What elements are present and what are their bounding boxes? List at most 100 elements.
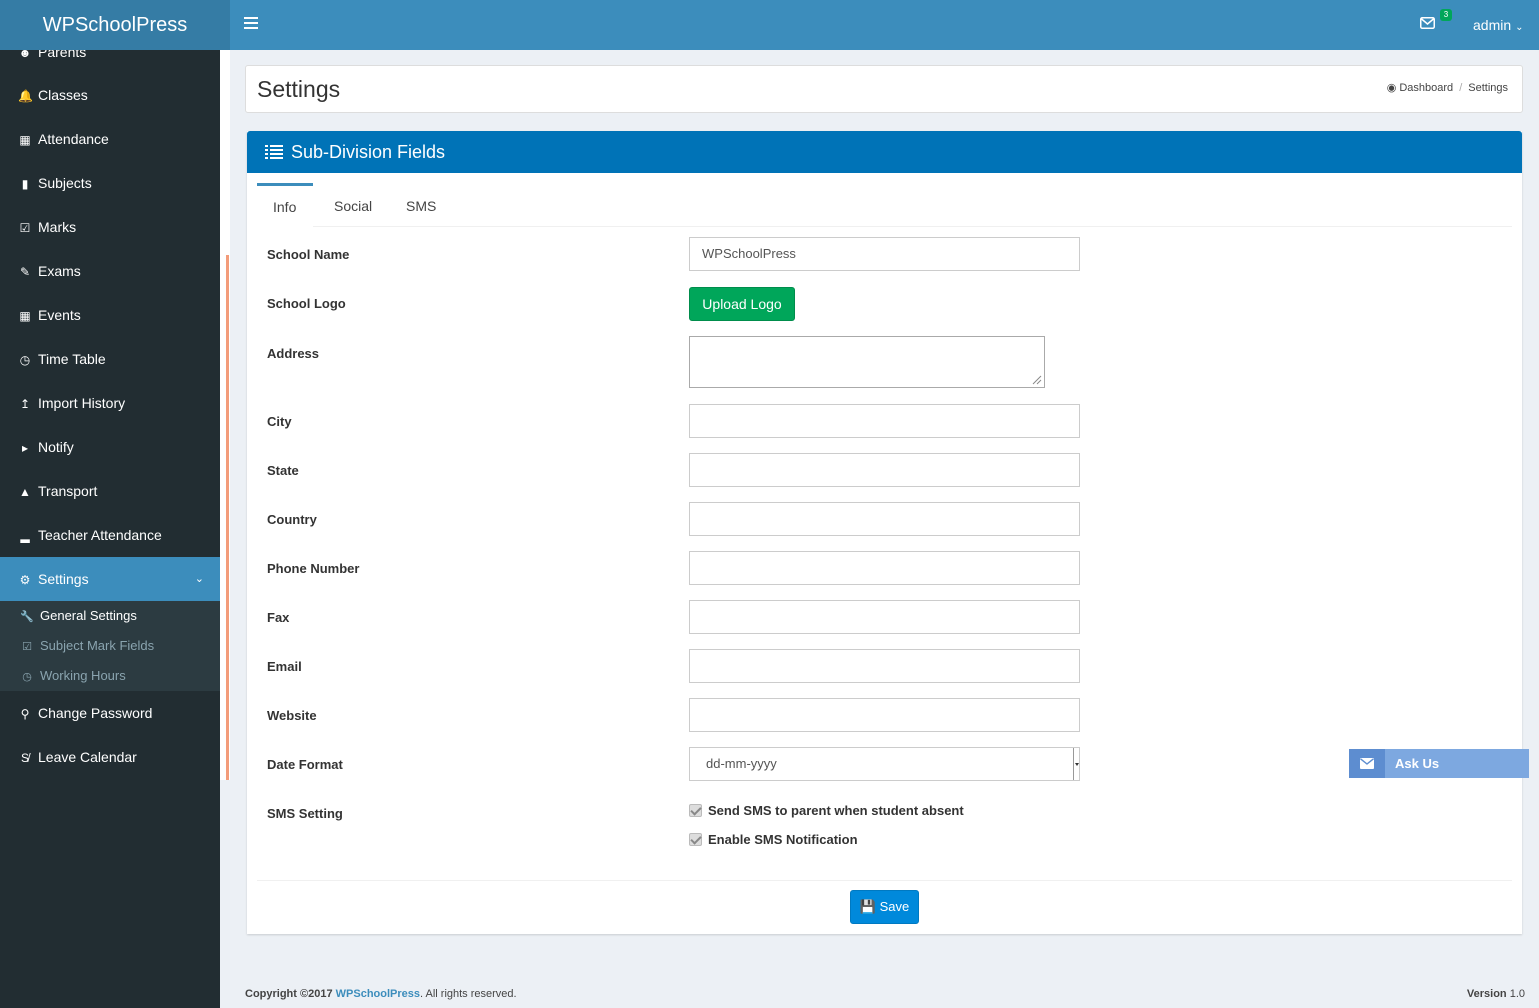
dashboard-icon: ◉ (1386, 82, 1397, 94)
road-icon: ▲ (19, 485, 31, 499)
breadcrumb-separator: / (1459, 82, 1463, 94)
page-header: Settings ◉ Dashboard / Settings (245, 65, 1523, 113)
sms-notification-option[interactable]: Enable SMS Notification (689, 832, 858, 847)
panel-header: Sub-Division Fields (247, 131, 1522, 173)
sms-absent-checkbox[interactable] (689, 804, 702, 817)
breadcrumb: ◉ Dashboard / Settings (1387, 81, 1508, 94)
sidebar: ☻ Parents 🔔 Classes ▦ Attendance ▮ Subjects … (0, 0, 220, 1008)
school-name-label: School Name (267, 247, 350, 262)
ask-us-label: Ask Us (1395, 756, 1440, 771)
date-format-select[interactable]: dd-mm-yyyy (689, 747, 1080, 781)
fax-input[interactable] (689, 600, 1080, 634)
check-square-icon: ☑ (22, 641, 32, 653)
sidebar-item-marks[interactable]: ☑ Marks (0, 205, 220, 249)
date-format-label: Date Format (267, 757, 343, 772)
tab-sms[interactable]: SMS (390, 183, 452, 227)
bullhorn-icon: ▸ (21, 441, 29, 455)
sms-absent-option[interactable]: Send SMS to parent when student absent (689, 803, 964, 818)
fax-label: Fax (267, 610, 290, 625)
users-icon: ☻ (18, 50, 32, 60)
settings-submenu: 🔧 General Settings ☑ Subject Mark Fields ◷… (0, 601, 220, 691)
sidebar-item-notify[interactable]: ▸ Notify (0, 425, 220, 469)
sidebar-item-change-password[interactable]: ⚲ Change Password (0, 691, 220, 735)
sidebar-item-settings[interactable]: ⚙ Settings ⌄ (0, 557, 220, 601)
submenu-item-subject-mark-fields[interactable]: ☑ Subject Mark Fields (0, 631, 220, 661)
sidebar-item-leave-calendar[interactable]: S̸ Leave Calendar (0, 735, 220, 779)
settings-tabs: Info Social SMS (257, 183, 1512, 227)
website-label: Website (267, 708, 317, 723)
sidebar-item-parents[interactable]: ☻ Parents (0, 50, 220, 74)
top-navbar: 3 admin ⌄ (230, 0, 1539, 50)
page-title: Settings (257, 76, 341, 102)
sidebar-item-attendance[interactable]: ▦ Attendance (0, 117, 220, 161)
panel-title: Sub-Division Fields (291, 142, 446, 162)
tab-social[interactable]: Social (318, 183, 388, 227)
upload-logo-button[interactable]: Upload Logo (689, 287, 795, 321)
app-logo[interactable]: WPSchoolPress (0, 0, 230, 50)
calendar-icon: ▦ (19, 309, 31, 323)
clock-icon: ◷ (22, 671, 32, 683)
sidebar-toggle-icon[interactable] (244, 17, 258, 31)
sidebar-item-time-table[interactable]: ◷ Time Table (0, 337, 220, 381)
strikethrough-icon: S̸ (20, 751, 29, 765)
chevron-down-icon: ⌄ (1515, 22, 1524, 33)
key-icon: ⚲ (20, 707, 30, 721)
sms-setting-label: SMS Setting (267, 806, 343, 821)
tab-info[interactable]: Info (257, 183, 313, 227)
table-icon: ▦ (19, 133, 31, 147)
user-name: admin (1473, 17, 1512, 33)
bell-icon: 🔔 (18, 89, 33, 103)
email-label: Email (267, 659, 302, 674)
city-input[interactable] (689, 404, 1080, 438)
website-input[interactable] (689, 698, 1080, 732)
check-square-icon: ☑ (19, 221, 31, 235)
signal-icon: ▂ (20, 529, 30, 543)
sidebar-item-classes[interactable]: 🔔 Classes (0, 73, 220, 117)
sidebar-item-transport[interactable]: ▲ Transport (0, 469, 220, 513)
select-arrow-icon (1073, 748, 1079, 780)
address-label: Address (267, 346, 320, 361)
country-label: Country (267, 512, 317, 527)
state-label: State (267, 463, 299, 478)
state-input[interactable] (689, 453, 1080, 487)
school-logo-label: School Logo (267, 296, 346, 311)
city-label: City (267, 414, 292, 429)
country-input[interactable] (689, 502, 1080, 536)
mail-count-badge: 3 (1440, 9, 1452, 21)
chevron-down-icon: ⌄ (194, 573, 204, 585)
sidebar-item-import-history[interactable]: ↥ Import History (0, 381, 220, 425)
sidebar-item-subjects[interactable]: ▮ Subjects (0, 161, 220, 205)
ask-us-widget[interactable]: Ask Us (1349, 749, 1529, 778)
sidebar-item-teacher-attendance[interactable]: ▂ Teacher Attendance (0, 513, 220, 557)
address-textarea[interactable] (689, 336, 1045, 388)
settings-panel: Sub-Division Fields Info Social SMS Scho… (247, 131, 1522, 934)
breadcrumb-current: Settings (1468, 82, 1508, 94)
gear-icon: ⚙ (19, 573, 31, 587)
breadcrumb-dashboard-link[interactable]: Dashboard (1399, 82, 1453, 94)
edit-icon: ✎ (19, 265, 31, 279)
user-menu[interactable]: admin ⌄ (1473, 0, 1524, 50)
email-input[interactable] (689, 649, 1080, 683)
sidebar-item-events[interactable]: ▦ Events (0, 293, 220, 337)
list-icon (265, 144, 283, 160)
wrench-icon: 🔧 (20, 611, 34, 623)
school-name-input[interactable]: WPSchoolPress (689, 237, 1080, 271)
sidebar-menu: ☻ Parents 🔔 Classes ▦ Attendance ▮ Subjects … (0, 50, 220, 780)
sidebar-scrollbar-thumb[interactable] (226, 255, 229, 780)
sidebar-item-exams[interactable]: ✎ Exams (0, 249, 220, 293)
footer-brand-link[interactable]: WPSchoolPress (336, 988, 420, 1000)
date-format-value: dd-mm-yyyy (706, 756, 777, 771)
resize-handle-icon[interactable] (1032, 375, 1042, 385)
sms-notification-checkbox[interactable] (689, 833, 702, 846)
submenu-item-general-settings[interactable]: 🔧 General Settings (0, 601, 220, 631)
clock-icon: ◷ (19, 353, 31, 367)
mail-icon[interactable] (1420, 17, 1435, 29)
save-button[interactable]: 💾 Save (850, 890, 919, 924)
form-divider (257, 880, 1512, 881)
book-icon: ▮ (21, 177, 29, 191)
submenu-item-working-hours[interactable]: ◷ Working Hours (0, 661, 220, 691)
footer-version: Version 1.0 (1466, 988, 1525, 1000)
save-icon: 💾 (859, 899, 876, 914)
phone-number-input[interactable] (689, 551, 1080, 585)
upload-icon: ↥ (19, 397, 31, 411)
